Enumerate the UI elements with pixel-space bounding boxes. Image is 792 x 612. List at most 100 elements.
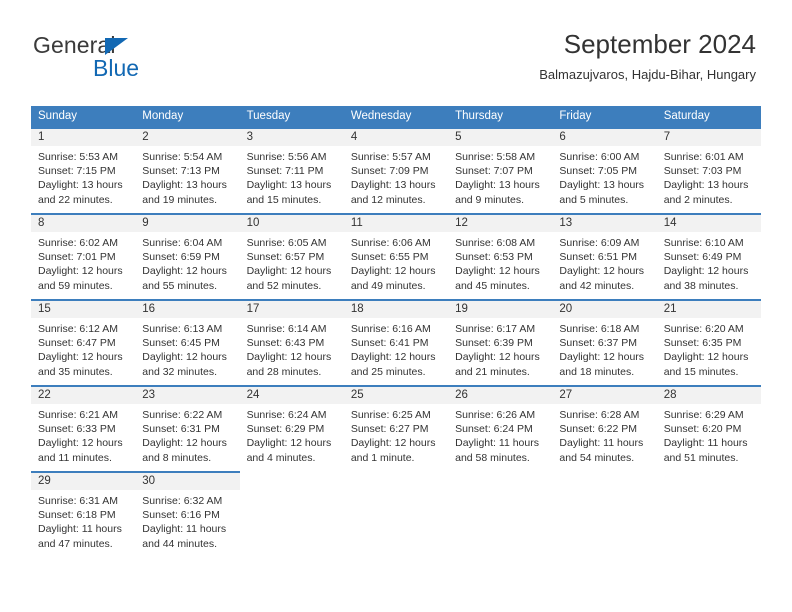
day-details: Sunrise: 6:32 AM Sunset: 6:16 PM Daylight:… [135, 490, 239, 551]
sunset-text: Sunset: 6:29 PM [246, 423, 325, 436]
weekday-header-monday: Monday [135, 106, 240, 127]
day-cell[interactable]: 2 Sunrise: 5:54 AM Sunset: 7:13 PM Daylight… [135, 127, 240, 213]
day-cell[interactable]: 25 Sunrise: 6:25 AM Sunset: 6:27 PM Dayligh… [343, 385, 449, 471]
day-cell[interactable]: 4 Sunrise: 5:57 AM Sunset: 7:09 PM Daylight… [343, 127, 449, 213]
day-cell[interactable]: 9 Sunrise: 6:04 AM Sunset: 6:59 PM Daylight… [135, 213, 240, 299]
sunset-text: Sunset: 6:24 PM [455, 423, 533, 436]
day-details: Sunrise: 5:58 AM Sunset: 7:07 PM Daylight:… [448, 146, 552, 207]
day-cell[interactable]: 5 Sunrise: 5:58 AM Sunset: 7:07 PM Daylight… [448, 127, 553, 213]
daylight-text: Daylight: 13 hours and 5 minutes. [559, 179, 645, 206]
page-title: September 2024 [563, 29, 756, 59]
day-details: Sunrise: 6:31 AM Sunset: 6:18 PM Daylight:… [31, 490, 135, 551]
day-cell[interactable]: 26 Sunrise: 6:26 AM Sunset: 6:24 PM Dayligh… [448, 385, 553, 471]
daylight-text: Daylight: 12 hours and 15 minutes. [663, 351, 749, 378]
day-cell-empty [239, 471, 344, 557]
daylight-text: Daylight: 11 hours and 44 minutes. [142, 523, 227, 550]
weekday-header-saturday: Saturday [656, 106, 761, 127]
sunrise-text: Sunrise: 6:21 AM [38, 409, 118, 421]
sunrise-sunset-calendar: Sunday Monday Tuesday Wednesday Thursday… [31, 106, 761, 557]
sunset-text: Sunset: 6:43 PM [246, 337, 325, 350]
weekday-header-tuesday: Tuesday [239, 106, 344, 127]
day-details: Sunrise: 6:06 AM Sunset: 6:55 PM Daylight:… [344, 232, 448, 293]
sunset-text: Sunset: 6:22 PM [559, 423, 638, 436]
daylight-text: Daylight: 12 hours and 59 minutes. [38, 265, 123, 292]
day-number: 16 [135, 301, 240, 318]
sunrise-text: Sunrise: 6:26 AM [455, 409, 536, 421]
sunset-text: Sunset: 6:53 PM [455, 251, 533, 264]
day-details: Sunrise: 6:12 AM Sunset: 6:47 PM Daylight:… [31, 318, 135, 379]
sunrise-text: Sunrise: 6:02 AM [38, 237, 118, 249]
general-blue-logo[interactable]: General Blue [33, 33, 213, 85]
day-cell-empty [552, 471, 657, 557]
day-cell[interactable]: 8 Sunrise: 6:02 AM Sunset: 7:01 PM Daylight… [31, 213, 136, 299]
day-details: Sunrise: 5:53 AM Sunset: 7:15 PM Daylight:… [31, 146, 135, 207]
sunset-text: Sunset: 6:49 PM [663, 251, 742, 264]
calendar-week-row: 1 Sunrise: 5:53 AM Sunset: 7:15 PM Daylight… [31, 127, 761, 213]
day-cell[interactable]: 30 Sunrise: 6:32 AM Sunset: 6:16 PM Dayligh… [135, 471, 240, 557]
calendar-page: General Blue September 2024 Balmazujvaro… [0, 0, 792, 612]
daylight-text: Daylight: 12 hours and 11 minutes. [38, 437, 123, 464]
sunrise-text: Sunrise: 6:01 AM [663, 151, 744, 163]
day-cell[interactable]: 27 Sunrise: 6:28 AM Sunset: 6:22 PM Dayligh… [552, 385, 657, 471]
day-cell[interactable]: 28 Sunrise: 6:29 AM Sunset: 6:20 PM Dayligh… [656, 385, 761, 471]
daylight-text: Daylight: 13 hours and 19 minutes. [142, 179, 227, 206]
sunrise-text: Sunrise: 6:16 AM [350, 323, 431, 335]
day-cell[interactable]: 15 Sunrise: 6:12 AM Sunset: 6:47 PM Dayligh… [31, 299, 136, 385]
day-cell[interactable]: 3 Sunrise: 5:56 AM Sunset: 7:11 PM Daylight… [239, 127, 344, 213]
day-number: 19 [448, 301, 553, 318]
title-block: September 2024 Balmazujvaros, Hajdu-Biha… [539, 28, 756, 85]
sunset-text: Sunset: 7:07 PM [455, 165, 533, 178]
sunset-text: Sunset: 7:09 PM [350, 165, 429, 178]
day-details: Sunrise: 6:09 AM Sunset: 6:51 PM Daylight:… [552, 232, 656, 293]
day-number: 12 [448, 215, 553, 232]
sunset-text: Sunset: 6:27 PM [350, 423, 429, 436]
day-cell[interactable]: 17 Sunrise: 6:14 AM Sunset: 6:43 PM Dayligh… [239, 299, 344, 385]
sunset-text: Sunset: 7:05 PM [559, 165, 638, 178]
daylight-text: Daylight: 12 hours and 28 minutes. [246, 351, 332, 378]
day-details: Sunrise: 5:57 AM Sunset: 7:09 PM Daylight:… [344, 146, 448, 207]
day-cell[interactable]: 14 Sunrise: 6:10 AM Sunset: 6:49 PM Dayligh… [656, 213, 761, 299]
day-number: 21 [656, 301, 761, 318]
day-cell[interactable]: 29 Sunrise: 6:31 AM Sunset: 6:18 PM Dayligh… [31, 471, 136, 557]
day-details: Sunrise: 6:26 AM Sunset: 6:24 PM Daylight:… [448, 404, 552, 465]
day-cell[interactable]: 16 Sunrise: 6:13 AM Sunset: 6:45 PM Dayligh… [135, 299, 240, 385]
sunrise-text: Sunrise: 6:31 AM [38, 495, 118, 507]
day-cell[interactable]: 18 Sunrise: 6:16 AM Sunset: 6:41 PM Dayligh… [343, 299, 449, 385]
day-cell[interactable]: 20 Sunrise: 6:18 AM Sunset: 6:37 PM Dayligh… [552, 299, 657, 385]
day-cell[interactable]: 13 Sunrise: 6:09 AM Sunset: 6:51 PM Dayligh… [552, 213, 657, 299]
sunset-text: Sunset: 6:35 PM [663, 337, 742, 350]
day-number: 17 [239, 301, 344, 318]
day-cell[interactable]: 11 Sunrise: 6:06 AM Sunset: 6:55 PM Dayligh… [343, 213, 449, 299]
day-cell[interactable]: 24 Sunrise: 6:24 AM Sunset: 6:29 PM Dayligh… [239, 385, 344, 471]
calendar-header-row: Sunday Monday Tuesday Wednesday Thursday… [31, 106, 761, 127]
day-cell[interactable]: 12 Sunrise: 6:08 AM Sunset: 6:53 PM Dayligh… [448, 213, 553, 299]
daylight-text: Daylight: 12 hours and 49 minutes. [350, 265, 436, 292]
daylight-text: Daylight: 11 hours and 54 minutes. [559, 437, 644, 464]
day-number: 7 [656, 129, 761, 146]
daylight-text: Daylight: 11 hours and 58 minutes. [455, 437, 539, 464]
sunrise-text: Sunrise: 5:58 AM [455, 151, 536, 163]
day-cell[interactable]: 7 Sunrise: 6:01 AM Sunset: 7:03 PM Daylight… [656, 127, 761, 213]
daylight-text: Daylight: 13 hours and 22 minutes. [38, 179, 123, 206]
weekday-header-wednesday: Wednesday [343, 106, 449, 127]
daylight-text: Daylight: 13 hours and 9 minutes. [455, 179, 540, 206]
day-cell[interactable]: 22 Sunrise: 6:21 AM Sunset: 6:33 PM Dayligh… [31, 385, 136, 471]
day-cell[interactable]: 10 Sunrise: 6:05 AM Sunset: 6:57 PM Dayligh… [239, 213, 344, 299]
day-details: Sunrise: 6:28 AM Sunset: 6:22 PM Daylight:… [552, 404, 656, 465]
day-cell-empty [448, 471, 553, 557]
day-cell[interactable]: 23 Sunrise: 6:22 AM Sunset: 6:31 PM Dayligh… [135, 385, 240, 471]
day-number: 25 [343, 387, 449, 404]
day-cell[interactable]: 6 Sunrise: 6:00 AM Sunset: 7:05 PM Daylight… [552, 127, 657, 213]
day-number: 15 [31, 301, 136, 318]
day-cell[interactable]: 21 Sunrise: 6:20 AM Sunset: 6:35 PM Dayligh… [656, 299, 761, 385]
sunset-text: Sunset: 7:13 PM [142, 165, 220, 178]
triangle-icon [105, 38, 128, 55]
daylight-text: Daylight: 12 hours and 18 minutes. [559, 351, 645, 378]
day-cell[interactable]: 1 Sunrise: 5:53 AM Sunset: 7:15 PM Daylight… [31, 127, 136, 213]
weekday-header-thursday: Thursday [448, 106, 553, 127]
day-details: Sunrise: 6:04 AM Sunset: 6:59 PM Daylight:… [135, 232, 239, 293]
day-cell[interactable]: 19 Sunrise: 6:17 AM Sunset: 6:39 PM Dayligh… [448, 299, 553, 385]
daylight-text: Daylight: 11 hours and 51 minutes. [663, 437, 748, 464]
day-number: 26 [448, 387, 553, 404]
day-details: Sunrise: 6:01 AM Sunset: 7:03 PM Daylight:… [657, 146, 761, 207]
